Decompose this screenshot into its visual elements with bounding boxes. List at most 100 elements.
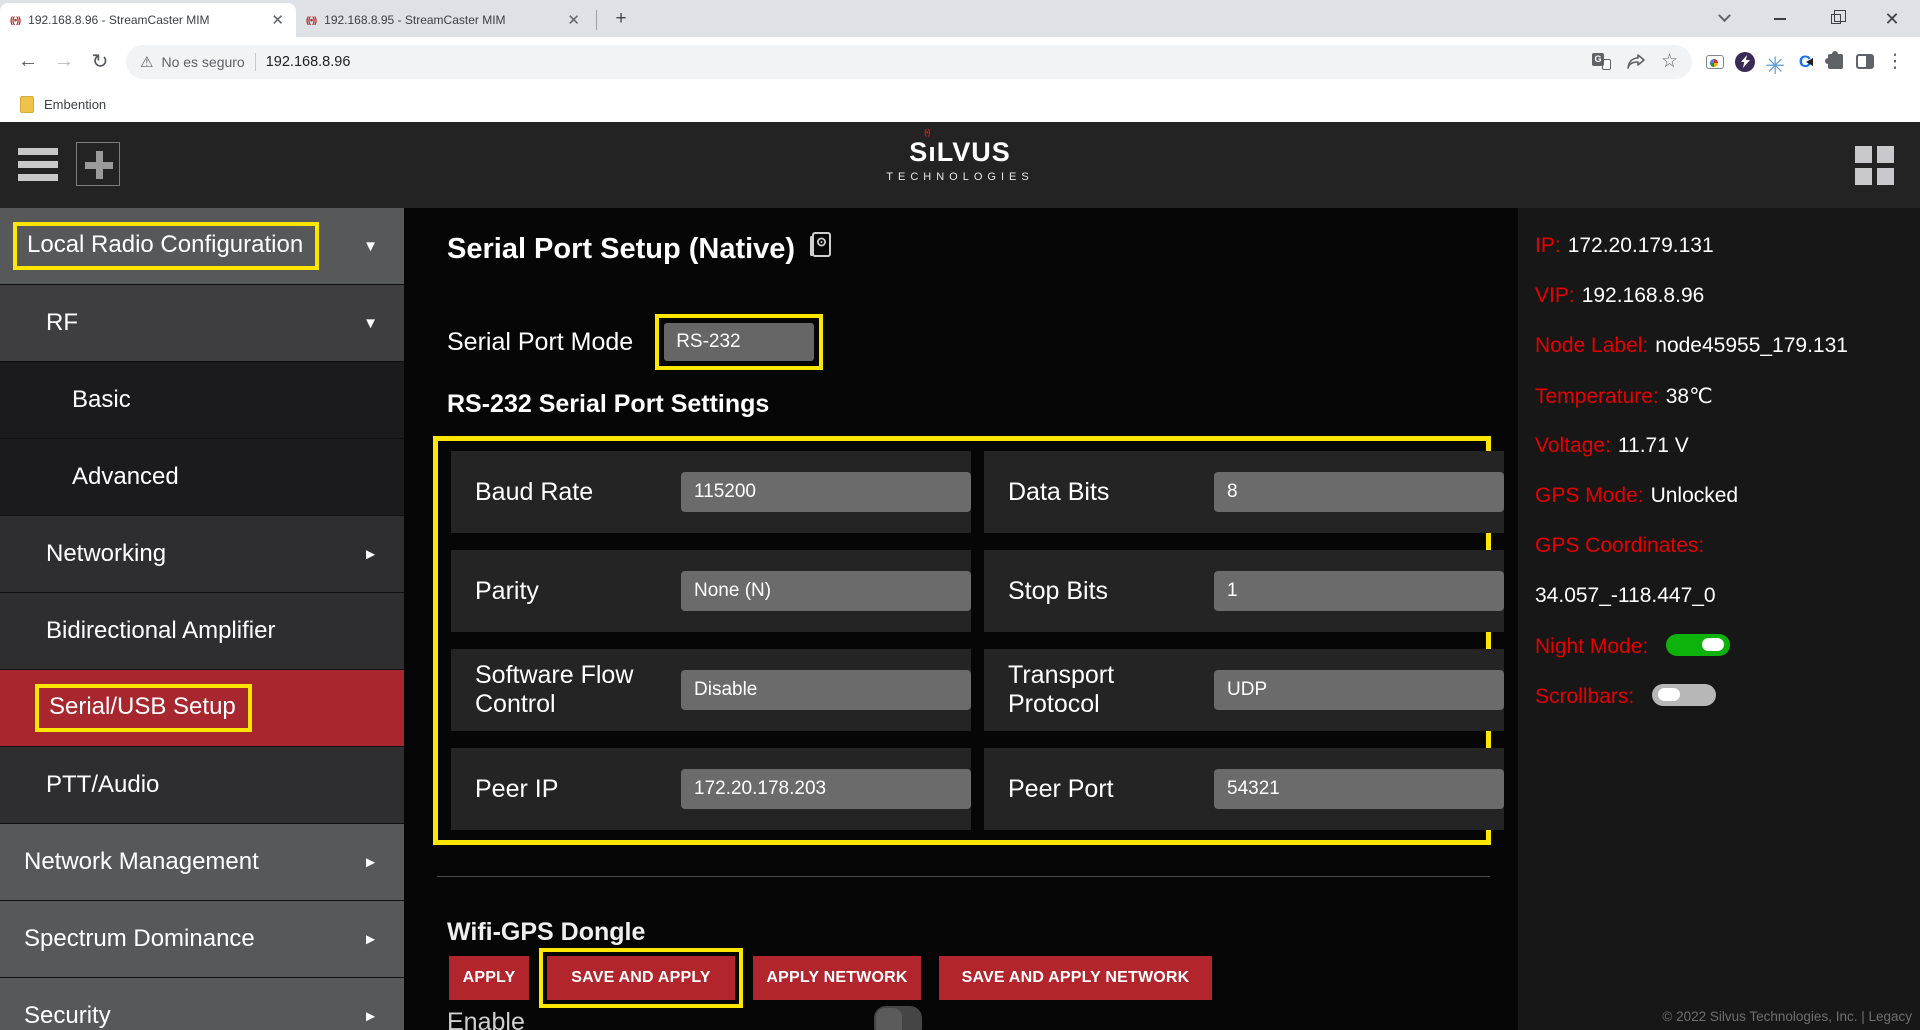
page-title: Serial Port Setup (Native) bbox=[447, 232, 831, 267]
sidebar-item-basic[interactable]: Basic bbox=[0, 362, 404, 439]
side-panel-icon[interactable] bbox=[1850, 44, 1880, 80]
section-divider bbox=[437, 876, 1490, 877]
field-data-bits: Data Bits 8 bbox=[984, 451, 1504, 533]
field-software-flow-control: Software Flow Control Disable bbox=[451, 649, 971, 731]
c-extension-icon[interactable]: C bbox=[1790, 44, 1820, 80]
extensions-puzzle-icon[interactable] bbox=[1820, 44, 1850, 80]
tab-1[interactable]: ((•)) 192.168.8.96 - StreamCaster MIM ✕ bbox=[0, 3, 296, 37]
browser-toolbar: ← → ↻ ⚠ No es seguro 192.168.8.96 G ☆ ✳ … bbox=[0, 37, 1920, 86]
security-label: No es seguro bbox=[161, 54, 244, 70]
status-row-scrollbars: Scrollbars: bbox=[1535, 684, 1910, 734]
software-flow-control-select[interactable]: Disable bbox=[681, 670, 971, 710]
forward-icon[interactable]: → bbox=[46, 44, 82, 80]
restore-icon[interactable] bbox=[1808, 0, 1864, 37]
field-stop-bits: Stop Bits 1 bbox=[984, 550, 1504, 632]
status-row-voltage: Voltage:11.71 V bbox=[1535, 434, 1910, 484]
tab-separator bbox=[596, 10, 597, 30]
window-controls: ✕ bbox=[1696, 0, 1920, 37]
annotation-box: Serial/USB Setup bbox=[35, 684, 252, 732]
darkmode-extension-icon[interactable] bbox=[1730, 44, 1760, 80]
status-row-night-mode: Night Mode: bbox=[1535, 634, 1910, 684]
main-content: Serial Port Setup (Native) Serial Port M… bbox=[404, 208, 1518, 1030]
address-separator bbox=[255, 53, 256, 71]
sidebar-item-advanced[interactable]: Advanced bbox=[0, 439, 404, 516]
bookmark-item[interactable]: Embention bbox=[44, 97, 106, 112]
tab-title: 192.168.8.95 - StreamCaster MIM bbox=[324, 13, 557, 27]
annotation-box: Local Radio Configuration bbox=[13, 222, 319, 270]
sidebar-item-serial-usb-setup[interactable]: Serial/USB Setup bbox=[0, 670, 404, 747]
scrollbars-toggle[interactable] bbox=[1652, 684, 1716, 706]
enable-toggle[interactable] bbox=[874, 1006, 922, 1030]
translate-icon[interactable]: G bbox=[1592, 53, 1611, 70]
reload-icon[interactable]: ↻ bbox=[82, 44, 118, 80]
app-header: Sı(•)LVUS TECHNOLOGIES bbox=[0, 122, 1920, 208]
dashboard-grid-icon[interactable] bbox=[1855, 146, 1894, 185]
save-and-apply-network-button[interactable]: SAVE AND APPLY NETWORK bbox=[939, 956, 1212, 1000]
tab-close-icon[interactable]: ✕ bbox=[565, 13, 582, 28]
app-area: Local Radio Configuration ▼ RF ▼ Basic A… bbox=[0, 208, 1920, 1030]
peer-ip-input[interactable]: 172.20.178.203 bbox=[681, 769, 971, 809]
sidebar-item-spectrum-dominance[interactable]: Spectrum Dominance ► bbox=[0, 901, 404, 978]
parity-select[interactable]: None (N) bbox=[681, 571, 971, 611]
close-icon[interactable]: ✕ bbox=[1864, 0, 1920, 37]
serial-port-mode-select[interactable]: RS-232 bbox=[664, 323, 814, 361]
sidebar-item-network-management[interactable]: Network Management ► bbox=[0, 824, 404, 901]
back-icon[interactable]: ← bbox=[10, 44, 46, 80]
share-icon[interactable] bbox=[1627, 54, 1645, 70]
sidebar-item-rf[interactable]: RF ▼ bbox=[0, 285, 404, 362]
bookmark-star-icon[interactable]: ☆ bbox=[1661, 50, 1678, 73]
tab-close-icon[interactable]: ✕ bbox=[269, 13, 286, 28]
wifi-gps-dongle-title: Wifi-GPS Dongle bbox=[447, 918, 645, 947]
sidebar: Local Radio Configuration ▼ RF ▼ Basic A… bbox=[0, 208, 404, 1030]
peer-port-input[interactable]: 54321 bbox=[1214, 769, 1504, 809]
data-bits-select[interactable]: 8 bbox=[1214, 472, 1504, 512]
url-text: 192.168.8.96 bbox=[266, 54, 351, 70]
annotation-box: RS-232 bbox=[655, 314, 823, 370]
snowflake-extension-icon[interactable]: ✳ bbox=[1760, 44, 1790, 80]
browser-menu-icon[interactable]: ⋮ bbox=[1880, 44, 1910, 80]
save-and-apply-button[interactable]: SAVE AND APPLY bbox=[547, 956, 735, 1000]
action-button-bar: APPLY SAVE AND APPLY APPLY NETWORK SAVE … bbox=[404, 956, 1518, 1000]
sidebar-item-ptt-audio[interactable]: PTT/Audio bbox=[0, 747, 404, 824]
silvus-logo: Sı(•)LVUS TECHNOLOGIES bbox=[0, 137, 1920, 183]
field-baud-rate: Baud Rate 115200 bbox=[451, 451, 971, 533]
status-row-vip: VIP:192.168.8.96 bbox=[1535, 284, 1910, 334]
sidebar-item-security[interactable]: Security ► bbox=[0, 978, 404, 1030]
radio-wave-icon: (•) bbox=[924, 128, 929, 137]
sidebar-item-networking[interactable]: Networking ► bbox=[0, 516, 404, 593]
enable-label: Enable bbox=[447, 1008, 525, 1030]
field-transport-protocol: Transport Protocol UDP bbox=[984, 649, 1504, 731]
status-panel: IP:172.20.179.131 VIP:192.168.8.96 Node … bbox=[1518, 208, 1920, 1030]
chevron-down-icon: ▼ bbox=[363, 315, 378, 332]
rs232-settings-grid: Baud Rate 115200 Data Bits 8 Parity None… bbox=[433, 436, 1491, 845]
apply-network-button[interactable]: APPLY NETWORK bbox=[753, 956, 921, 1000]
status-row-ip: IP:172.20.179.131 bbox=[1535, 234, 1910, 284]
field-peer-port: Peer Port 54321 bbox=[984, 748, 1504, 830]
minimize-icon[interactable] bbox=[1752, 0, 1808, 37]
apply-button[interactable]: APPLY bbox=[449, 956, 529, 1000]
chevron-right-icon: ► bbox=[363, 546, 378, 563]
sidebar-item-local-radio-configuration[interactable]: Local Radio Configuration ▼ bbox=[0, 208, 404, 285]
sidebar-item-bidirectional-amplifier[interactable]: Bidirectional Amplifier bbox=[0, 593, 404, 670]
baud-rate-select[interactable]: 115200 bbox=[681, 472, 971, 512]
tab-strip: ((•)) 192.168.8.96 - StreamCaster MIM ✕ … bbox=[0, 0, 1920, 37]
status-gps-coordinates-value: 34.057_-118.447_0 bbox=[1535, 584, 1910, 634]
bookmarks-bar: Embention bbox=[0, 86, 1920, 122]
screenshot-extension-icon[interactable] bbox=[1700, 44, 1730, 80]
radio-favicon-icon: ((•)) bbox=[10, 15, 20, 25]
field-peer-ip: Peer IP 172.20.178.203 bbox=[451, 748, 971, 830]
stop-bits-select[interactable]: 1 bbox=[1214, 571, 1504, 611]
status-row-gps-mode: GPS Mode:Unlocked bbox=[1535, 484, 1910, 534]
chevron-right-icon: ► bbox=[363, 931, 378, 948]
transport-protocol-select[interactable]: UDP bbox=[1214, 670, 1504, 710]
new-tab-button[interactable]: + bbox=[607, 5, 635, 33]
help-doc-icon[interactable] bbox=[809, 232, 831, 267]
address-bar[interactable]: ⚠ No es seguro 192.168.8.96 G ☆ bbox=[126, 45, 1692, 79]
chevron-right-icon: ► bbox=[363, 854, 378, 871]
tab-search-chevron-icon[interactable] bbox=[1696, 0, 1752, 37]
radio-favicon-icon: ((•)) bbox=[306, 15, 316, 25]
night-mode-toggle[interactable] bbox=[1666, 634, 1730, 656]
bookmark-favicon-icon bbox=[20, 96, 34, 113]
tab-2[interactable]: ((•)) 192.168.8.95 - StreamCaster MIM ✕ bbox=[296, 3, 592, 37]
status-row-temperature: Temperature:38℃ bbox=[1535, 384, 1910, 434]
